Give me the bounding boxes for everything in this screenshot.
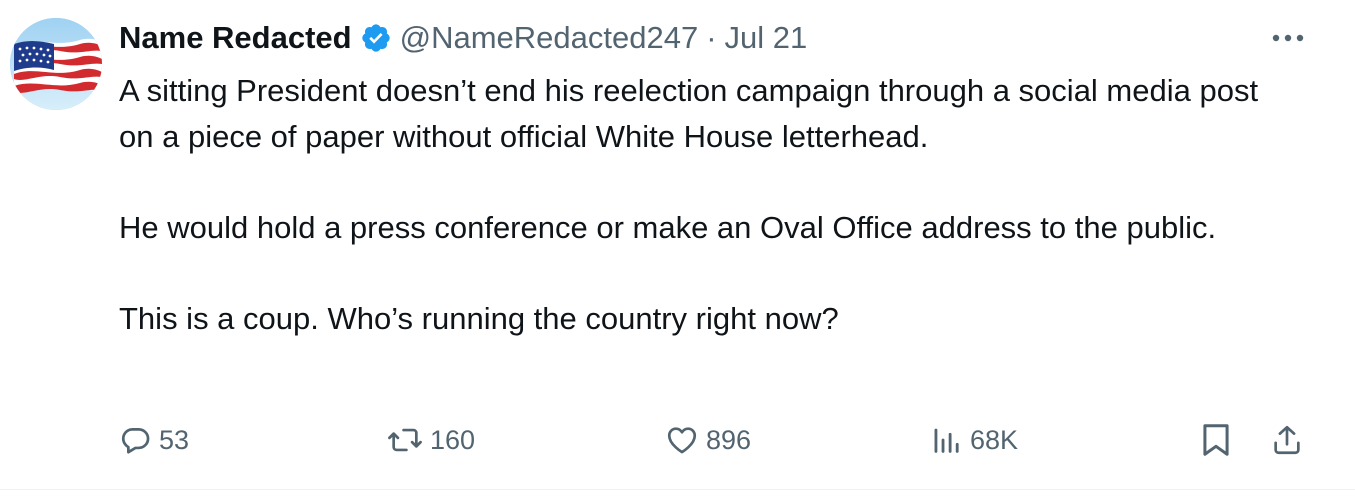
views-count: 68K: [970, 424, 1019, 455]
share-upload-icon: [1270, 422, 1304, 458]
tweet-paragraph: This is a coup. Who’s running the countr…: [119, 300, 839, 336]
action-bar: 53 160 896 68K: [0, 414, 1355, 466]
reply-button[interactable]: 53: [119, 414, 189, 466]
heart-icon: [664, 423, 700, 457]
flag-avatar-image: [10, 18, 102, 110]
tweet-header: Name Redacted @NameRedacted247 · Jul 21: [119, 16, 807, 60]
reply-count: 53: [159, 424, 190, 455]
avatar[interactable]: [10, 18, 102, 110]
repost-arrows-icon: [386, 423, 424, 457]
share-button[interactable]: [1270, 414, 1304, 466]
reply-bubble-icon: [119, 423, 153, 457]
tweet-paragraph: A sitting President doesn’t end his reel…: [119, 73, 1259, 154]
tweet-date[interactable]: Jul 21: [725, 20, 808, 56]
verified-badge-icon[interactable]: [360, 22, 392, 54]
tweet-card[interactable]: Name Redacted @NameRedacted247 · Jul 21 …: [0, 0, 1355, 499]
divider: [0, 489, 1355, 490]
like-count: 896: [706, 424, 752, 455]
tweet-paragraph: He would hold a press conference or make…: [119, 209, 1217, 245]
bookmark-button[interactable]: [1200, 414, 1232, 466]
views-bars-icon: [930, 423, 964, 457]
repost-button[interactable]: 160: [386, 414, 475, 466]
author-handle[interactable]: @NameRedacted247: [400, 20, 699, 56]
header-separator: ·: [706, 20, 717, 55]
views-button[interactable]: 68K: [930, 414, 1018, 466]
tweet-text: A sitting President doesn’t end his reel…: [119, 68, 1299, 341]
bookmark-icon: [1200, 421, 1232, 459]
like-button[interactable]: 896: [664, 414, 751, 466]
repost-count: 160: [430, 424, 476, 455]
more-dots-icon[interactable]: [1268, 24, 1308, 52]
author-name[interactable]: Name Redacted: [119, 20, 352, 56]
